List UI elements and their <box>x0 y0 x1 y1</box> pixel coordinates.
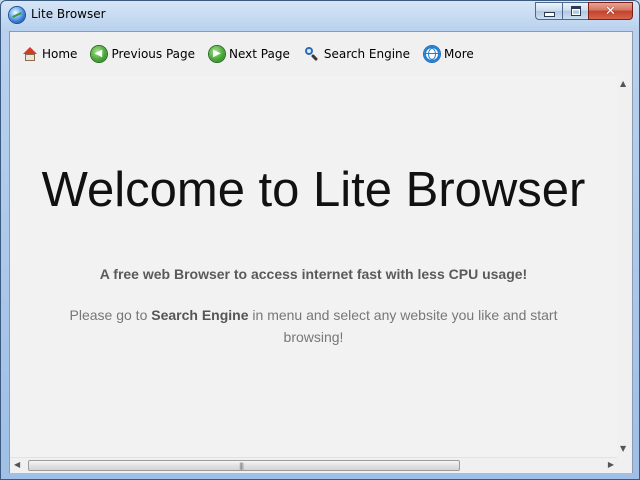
horizontal-scroll-thumb[interactable]: ||| <box>28 460 460 471</box>
menu-search-engine-label: Search Engine <box>323 47 411 61</box>
title-bar[interactable]: Lite Browser ✕ <box>1 1 639 29</box>
menu-more[interactable]: More <box>424 43 474 65</box>
scroll-up-icon[interactable]: ▲ <box>620 80 626 88</box>
menu-home-label: Home <box>42 47 78 61</box>
page-title: Welcome to Lite Browser <box>41 163 586 217</box>
home-icon <box>22 46 38 62</box>
app-window: Lite Browser ✕ Home ◀ Previous Page ▶ Ne… <box>0 0 640 480</box>
menu-bar: Home ◀ Previous Page ▶ Next Page Search … <box>10 32 632 76</box>
maximize-button[interactable] <box>562 2 588 20</box>
page-content: Welcome to Lite Browser A free web Brows… <box>10 76 617 457</box>
app-globe-icon <box>9 7 25 23</box>
window-controls: ✕ <box>535 2 633 21</box>
vertical-scrollbar[interactable]: ▲ ▼ <box>617 76 632 457</box>
menu-previous-page-label: Previous Page <box>111 47 196 61</box>
scroll-right-icon[interactable]: ▶ <box>608 461 614 469</box>
menu-home[interactable]: Home <box>22 43 77 65</box>
search-icon <box>304 46 320 62</box>
menu-next-page[interactable]: ▶ Next Page <box>209 43 290 65</box>
menu-next-page-label: Next Page <box>229 47 290 61</box>
scrollbar-corner <box>617 457 632 472</box>
close-icon: ✕ <box>605 3 616 19</box>
close-button[interactable]: ✕ <box>588 2 633 20</box>
minimize-button[interactable] <box>535 2 562 20</box>
scroll-down-icon[interactable]: ▼ <box>620 445 626 453</box>
minimize-icon <box>543 11 555 17</box>
horizontal-scrollbar[interactable]: ◀ ||| ▶ <box>10 457 632 473</box>
scroll-left-icon[interactable]: ◀ <box>14 461 20 469</box>
arrow-left-circle-icon: ◀ <box>91 46 108 62</box>
menu-previous-page[interactable]: ◀ Previous Page <box>91 43 195 65</box>
arrow-right-circle-icon: ▶ <box>209 46 226 62</box>
client-area: Home ◀ Previous Page ▶ Next Page Search … <box>9 31 633 473</box>
instruction-prefix: Please go to <box>69 307 152 323</box>
instruction-highlight: Search Engine <box>151 307 249 323</box>
grip-icon: ||| <box>239 462 244 470</box>
menu-search-engine[interactable]: Search Engine <box>304 43 410 65</box>
maximize-icon <box>570 6 581 16</box>
instruction-suffix: in menu and select any website you like … <box>248 307 558 345</box>
vertical-scroll-track[interactable] <box>620 92 629 441</box>
menu-more-label: More <box>444 47 474 61</box>
window-title: Lite Browser <box>31 7 106 21</box>
globe-icon <box>424 46 441 62</box>
page-instructions: Please go to Search Engine in menu and s… <box>60 304 567 348</box>
page-tagline: A free web Browser to access internet fa… <box>99 266 528 282</box>
